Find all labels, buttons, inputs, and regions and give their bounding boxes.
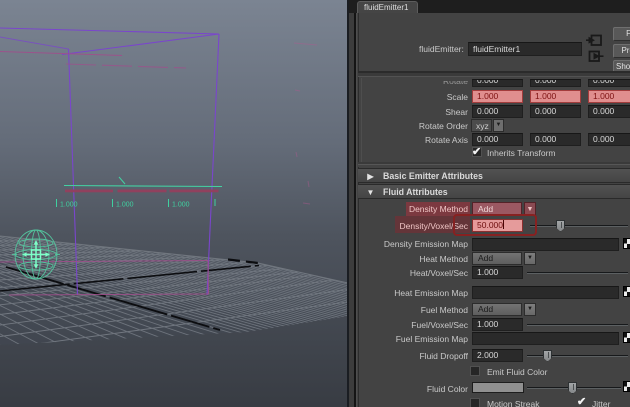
svg-text:1.000: 1.000: [172, 202, 190, 209]
svg-text:1.000: 1.000: [116, 202, 134, 209]
svg-text:1.000: 1.000: [60, 202, 78, 209]
